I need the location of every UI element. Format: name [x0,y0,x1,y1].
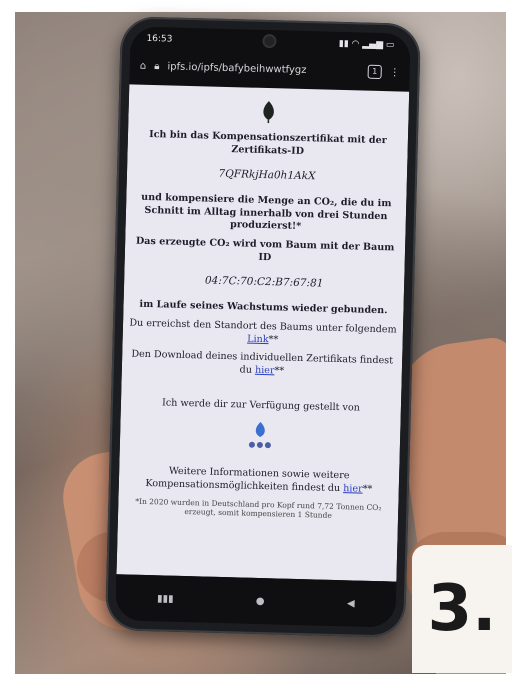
back-icon[interactable]: ◀ [347,598,355,609]
phone-screen: 16:53 ▮▮ ◠ ▂▄▆ ▭ ⌂ 🔒︎ ipfs.io/ipfs/bafyb… [115,26,411,628]
tab-count-icon[interactable]: 1 [367,64,382,80]
leaf-icon [263,101,274,124]
status-time: 16:53 [146,33,173,45]
certificate-id: 7QFRkjHa0h1AkX [218,168,316,183]
home-button-icon[interactable]: ● [256,595,265,606]
more-info-link[interactable]: hier [343,483,363,495]
more-info-suffix: ** [362,483,373,495]
location-paragraph: Du erreichst den Standort des Baums unte… [127,317,400,349]
menu-icon[interactable]: ⋮ [390,67,400,78]
bound-text: im Laufe seines Wachstums wieder gebunde… [139,299,388,317]
compensation-text: und kompensiere die Menge an CO₂, die du… [141,191,392,233]
intro-text: Ich bin das Kompensationszertifikat mit … [149,128,387,157]
lock-icon: 🔒︎ [154,60,160,72]
footnote: *In 2020 wurden in Deutschland pro Kopf … [135,496,382,521]
step-number-badge: 3. [412,545,512,673]
more-info-text: Weitere Informationen sowie weitere Komp… [145,465,350,494]
home-icon[interactable]: ⌂ [140,60,147,71]
smartphone: 16:53 ▮▮ ◠ ▂▄▆ ▭ ⌂ 🔒︎ ipfs.io/ipfs/bafyb… [105,16,421,638]
android-nav-bar: ▮▮▮ ● ◀ [115,574,397,628]
location-link[interactable]: Link [247,333,269,345]
more-info-paragraph: Weitere Informationen sowie weitere Komp… [123,465,396,497]
url-field[interactable]: ipfs.io/ipfs/bafybeihwwtfygz [167,61,360,77]
tree-text: Das erzeugte CO₂ wird vom Baum mit der B… [135,235,395,263]
certificate-page: Ich bin das Kompensationszertifikat mit … [116,84,410,582]
location-suffix: ** [268,333,279,346]
recent-apps-icon[interactable]: ▮▮▮ [157,593,174,604]
sponsor-logo[interactable] [243,420,278,451]
download-suffix: ** [274,365,285,377]
tree-id: 04:7C:70:C2:B7:67:81 [204,274,324,291]
download-paragraph: Den Download deines individuellen Zertif… [126,349,399,381]
browser-address-bar[interactable]: ⌂ 🔒︎ ipfs.io/ipfs/bafybeihwwtfygz 1 ⋮ [129,50,410,87]
provided-by-text: Ich werde dir zur Verfügung gestellt von [161,396,361,414]
download-link[interactable]: hier [255,365,275,377]
status-icons: ▮▮ ◠ ▂▄▆ ▭ [338,38,395,51]
